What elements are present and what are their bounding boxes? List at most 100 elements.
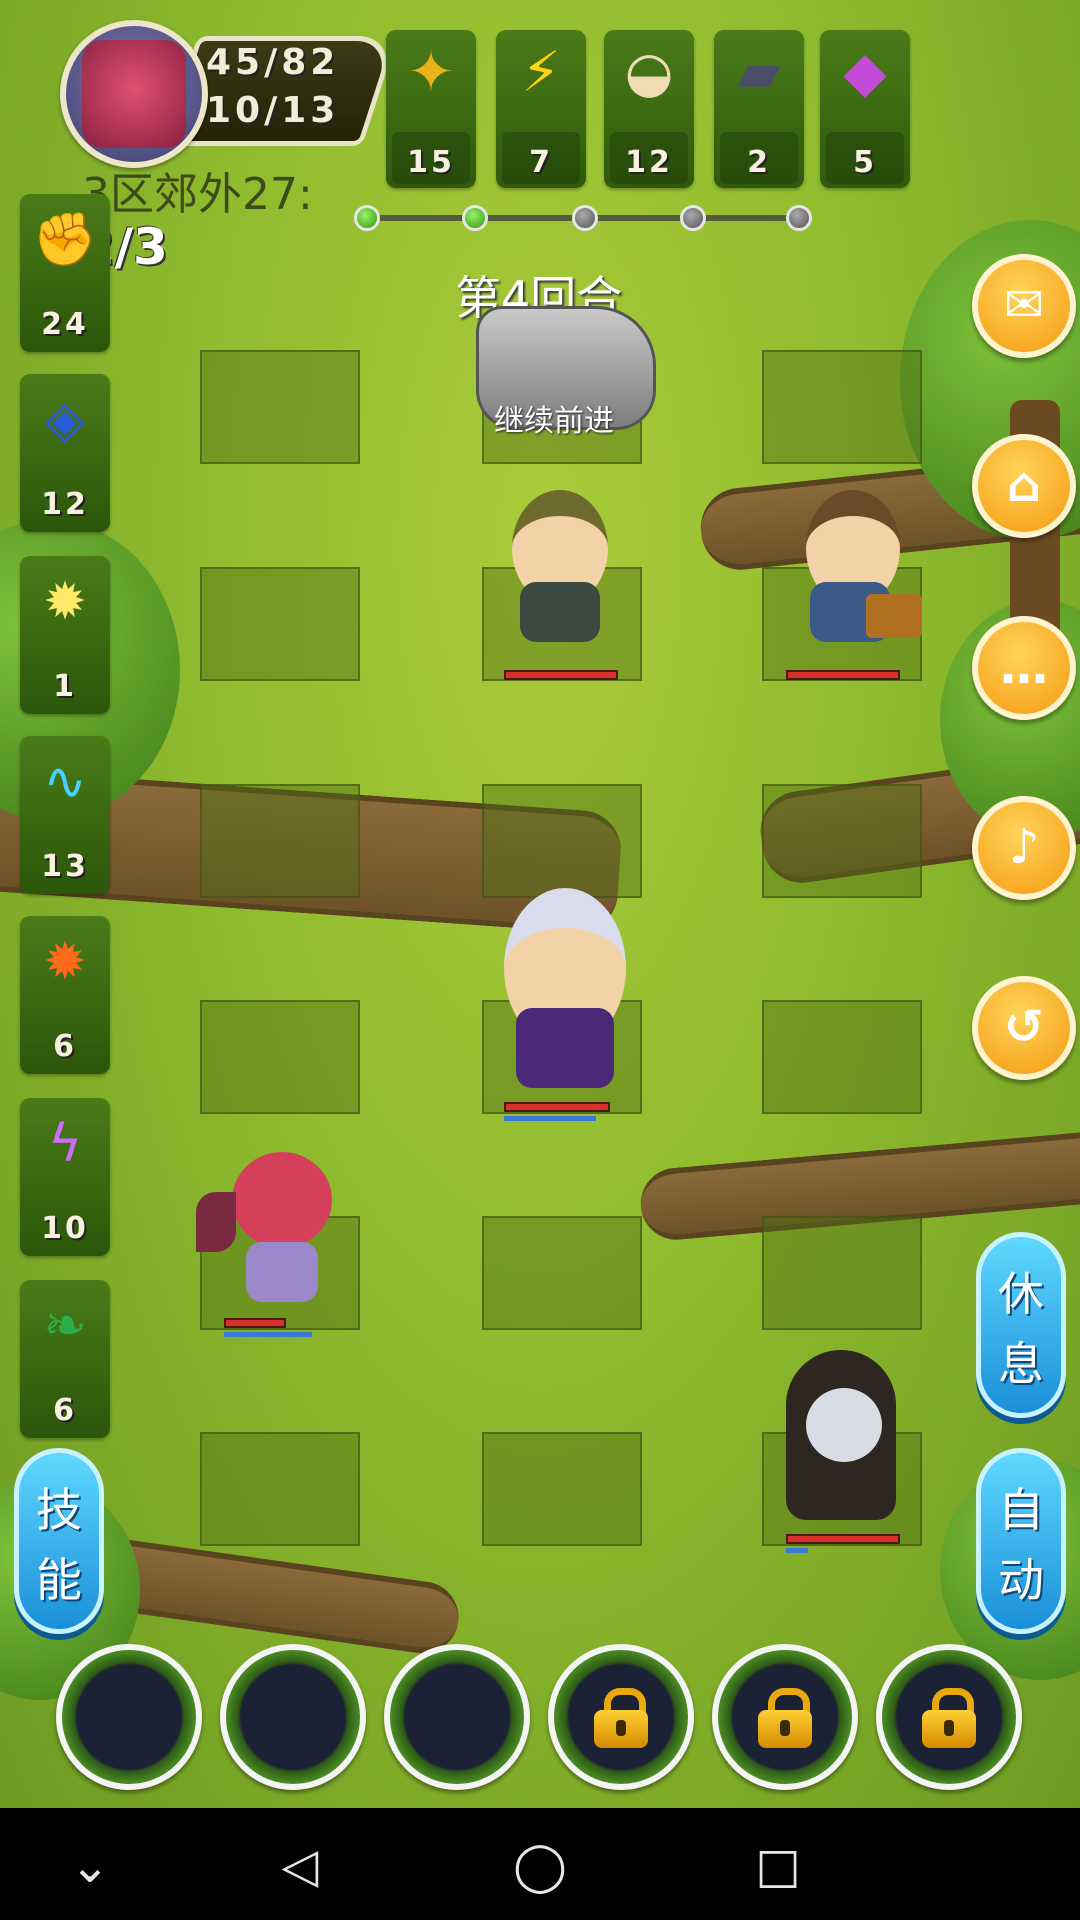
skill-slot-fire[interactable]: ✹ 6 [20,916,110,1074]
home-circle-icon[interactable]: ◯ [510,1836,570,1896]
home-button[interactable]: ⌂ [972,434,1076,538]
stage-name: 3区郊外27: [82,169,313,220]
stage-progress-dot [786,205,812,231]
grid-cell[interactable] [200,784,360,898]
locked-skill-slot[interactable] [548,1644,694,1790]
skill-slot-water-wave[interactable]: ∿ 13 [20,736,110,894]
mp-bar [504,1116,596,1121]
warrior-hero[interactable] [490,888,640,1108]
collapse-icon[interactable]: ⌄ [60,1836,120,1896]
hero-body [516,1008,614,1088]
fire-icon: ✹ [43,932,87,992]
wing-icon [196,1192,236,1252]
skill-button-char-2: 能 [36,1553,82,1607]
dumpling-icon: ◒ [624,40,674,105]
resource-dumpling: ◒ 12 [604,30,694,188]
empty-skill-slot[interactable] [56,1644,202,1790]
empty-skill-slot[interactable] [384,1644,530,1790]
crystal-icon: ◆ [843,40,887,105]
empty-skill-slot[interactable] [220,1644,366,1790]
back-icon[interactable]: ◁ [270,1836,330,1896]
auto-button-char-1: 自 [998,1483,1044,1537]
grid-cell[interactable] [762,350,922,464]
hp-text: 45/82 [206,42,340,83]
grid-cell[interactable] [762,784,922,898]
grid-cell[interactable] [762,1216,922,1330]
lock-icon [922,1688,976,1748]
mp-bar [786,1548,808,1553]
iron-ingot-icon: ▰ [737,40,781,105]
lock-keyhole [944,1720,954,1736]
treasure-chest-icon [866,594,922,638]
grid-cell[interactable] [482,1432,642,1546]
resource-value: 2 [747,145,771,180]
back-arrow-button[interactable]: ↺ [972,976,1076,1080]
resource-value: 5 [853,145,877,180]
resource-value: 15 [407,145,455,180]
skill-value: 1 [53,669,77,704]
grid-cell[interactable] [482,784,642,898]
resource-gold-coin: ✦ 15 [386,30,476,188]
stage-progress-dot [354,205,380,231]
hp-bar [786,1534,900,1544]
auto-button-char-2: 动 [998,1553,1044,1607]
back-arrow-icon: ↺ [1003,999,1045,1055]
recents-icon[interactable]: □ [748,1836,808,1896]
ally-head [232,1152,332,1248]
skeleton-enemy[interactable] [776,1350,926,1530]
grid-cell[interactable] [200,1432,360,1546]
hp-bar [504,670,618,680]
hp-bar [504,1102,610,1112]
rest-button[interactable]: 休 息 [976,1232,1066,1418]
hp-bar [786,670,900,680]
skill-value: 6 [53,1029,77,1064]
lock-keyhole [780,1720,790,1736]
avatar-image [82,40,186,148]
grid-cell[interactable] [482,1216,642,1330]
skull-icon [806,1388,882,1462]
grid-cell[interactable] [762,1000,922,1114]
lightning-icon: ⚡ [521,40,561,105]
locked-skill-slot[interactable] [712,1644,858,1790]
grid-cell[interactable] [200,567,360,681]
skill-slot-shield[interactable]: ◈ 12 [20,374,110,532]
skill-button-char-1: 技 [36,1483,82,1537]
continue-hint[interactable]: 继续前进 [494,396,614,440]
resource-value: 7 [529,145,553,180]
stage-progress-dot [462,205,488,231]
skill-slot-green-worm[interactable]: ❧ 6 [20,1280,110,1438]
sound-icon: ♪ [1008,819,1040,875]
lock-keyhole [616,1720,626,1736]
grid-cell[interactable] [200,350,360,464]
mail-button[interactable]: ✉ [972,254,1076,358]
demon-girl-ally[interactable] [196,1132,366,1312]
chat-button[interactable]: … [972,616,1076,720]
mp-bar [224,1332,312,1337]
skill-slot-fist[interactable]: ✊ 24 [20,194,110,352]
skill-slot-purple-lightning[interactable]: ϟ 10 [20,1098,110,1256]
locked-skill-slot[interactable] [876,1644,1022,1790]
resource-crystal: ◆ 5 [820,30,910,188]
energy-text: 10/13 [206,90,340,131]
skill-value: 12 [41,487,89,522]
ally-body [246,1242,318,1302]
resource-lightning: ⚡ 7 [496,30,586,188]
purple-lightning-icon: ϟ [47,1114,83,1174]
shield-icon: ◈ [45,390,85,450]
skill-value: 13 [41,849,89,884]
bandana-enemy[interactable] [490,470,630,660]
player-avatar[interactable] [60,20,208,168]
skill-value: 24 [41,307,89,342]
resource-value: 12 [625,145,673,180]
treasure-enemy[interactable] [780,470,930,660]
skill-slot-holy-flame[interactable]: ✹ 1 [20,556,110,714]
resource-iron-ingot: ▰ 2 [714,30,804,188]
lock-icon [594,1688,648,1748]
auto-button[interactable]: 自 动 [976,1448,1066,1634]
hp-bar [224,1318,286,1328]
chat-icon: … [1000,639,1048,695]
enemy-body [520,582,600,642]
sound-button[interactable]: ♪ [972,796,1076,900]
grid-cell[interactable] [200,1000,360,1114]
skill-button[interactable]: 技 能 [14,1448,104,1634]
